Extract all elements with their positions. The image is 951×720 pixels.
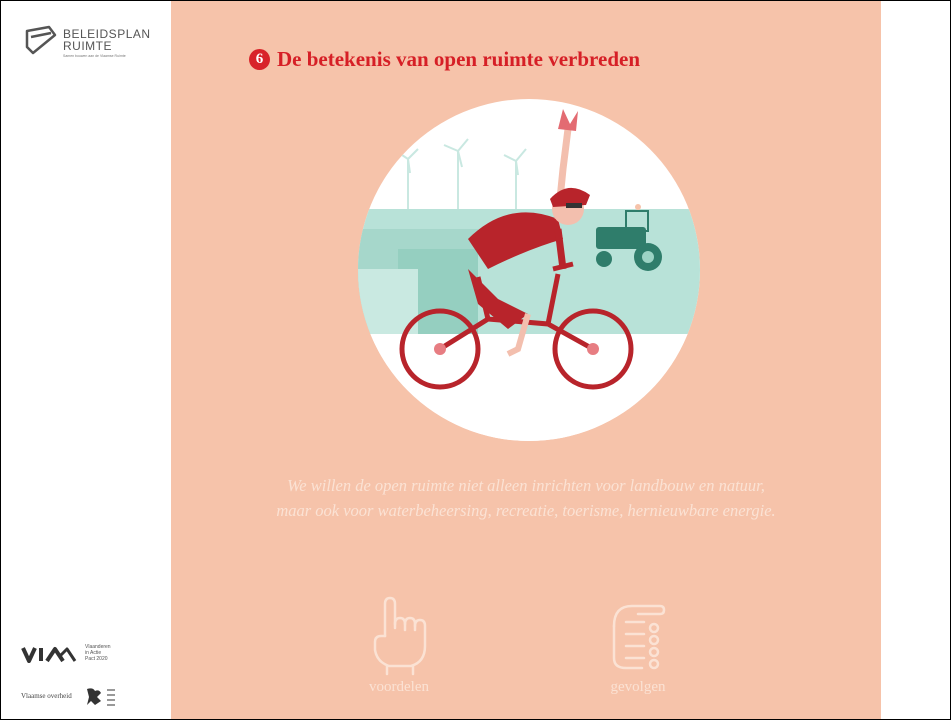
lion-icon <box>87 688 115 706</box>
voordelen-label: voordelen <box>369 679 429 695</box>
vlaamse-overheid-text: Vlaamse overheid <box>21 692 72 700</box>
via-text: Vlaanderen in Actie Pact 2020 <box>85 644 111 662</box>
logo-subtitle: Samen bouwen aan de Vlaamse Ruimte <box>63 54 126 58</box>
slide-heading: 6 De betekenis van open ruimte verbreden <box>249 47 640 72</box>
via-logo-icon <box>21 647 77 663</box>
vlaamse-overheid-logo[interactable]: Vlaamse overheid <box>21 685 131 709</box>
via-logo[interactable]: Vlaanderen in Actie Pact 2020 <box>21 641 131 671</box>
cyclist-scene-icon <box>358 109 700 441</box>
cyclist-illustration <box>358 99 700 441</box>
slide-frame: BELEIDSPLAN RUIMTE Samen bouwen aan de V… <box>0 0 951 720</box>
slide-title: De betekenis van open ruimte verbreden <box>277 47 640 71</box>
slide-number-badge: 6 <box>249 49 270 70</box>
wind-turbines <box>395 138 527 209</box>
pointing-finger-icon <box>373 596 427 676</box>
quote-line-1: We willen de open ruimte niet alleen inr… <box>287 476 765 495</box>
gevolgen-label: gevolgen <box>610 679 666 695</box>
content-panel: 6 De betekenis van open ruimte verbreden <box>171 1 881 719</box>
gevolgen-button[interactable]: gevolgen <box>583 596 693 706</box>
beleidsplan-logo-icon <box>25 25 57 55</box>
voordelen-button[interactable]: voordelen <box>344 596 454 706</box>
sidebar: BELEIDSPLAN RUIMTE Samen bouwen aan de V… <box>1 1 171 719</box>
slide-quote: We willen de open ruimte niet alleen inr… <box>171 473 881 523</box>
logo-title-line2: RUIMTE <box>63 39 112 53</box>
beleidsplan-logo[interactable]: BELEIDSPLAN RUIMTE Samen bouwen aan de V… <box>23 23 163 73</box>
quote-line-2: maar ook voor waterbeheersing, recreatie… <box>276 501 776 520</box>
hand-pointing-icon <box>612 604 666 670</box>
logo-title: BELEIDSPLAN RUIMTE <box>63 28 151 52</box>
